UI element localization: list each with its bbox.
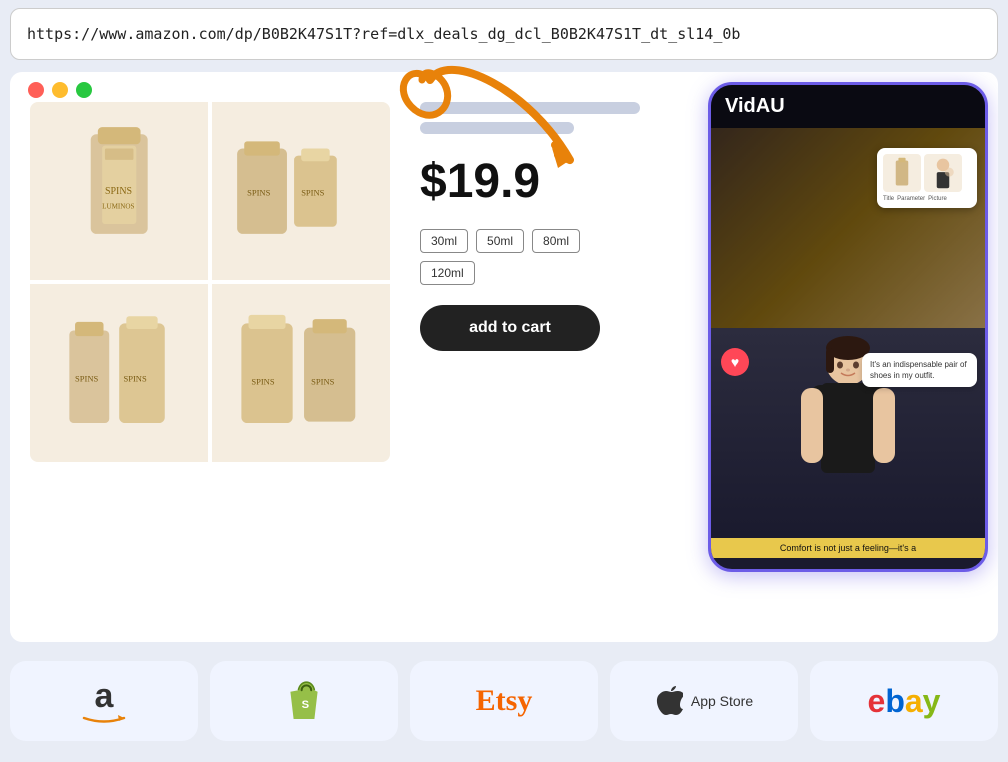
label-parameter: Parameter — [897, 196, 925, 202]
shopify-icon: S — [284, 679, 324, 723]
ebay-e: e — [868, 683, 886, 719]
like-button: ♥ — [721, 348, 749, 376]
ebay-b: b — [885, 683, 905, 719]
size-50ml[interactable]: 50ml — [476, 229, 524, 253]
amazon-a-letter: a — [95, 679, 114, 713]
product-price: $19.9 — [420, 154, 640, 209]
svg-text:SPINS: SPINS — [75, 374, 98, 384]
etsy-logo: Etsy — [476, 684, 533, 718]
label-title: Title — [883, 196, 894, 202]
title-line-1 — [420, 102, 640, 114]
maximize-dot[interactable] — [76, 82, 92, 98]
svg-text:SPINS: SPINS — [105, 186, 132, 197]
svg-text:SPINS: SPINS — [301, 187, 324, 197]
window-controls — [28, 82, 92, 98]
vidau-header: VidAU — [711, 85, 985, 128]
amazon-arrow-icon — [82, 713, 126, 723]
svg-text:LUMINOS: LUMINOS — [102, 202, 134, 210]
appstore-logo: App Store — [655, 685, 753, 717]
phone-background: Title Parameter Picture — [711, 128, 985, 328]
svg-text:S: S — [302, 699, 310, 711]
card-labels: Title Parameter Picture — [883, 196, 971, 202]
size-options: 30ml 50ml 80ml 120ml — [420, 229, 640, 285]
etsy-button[interactable]: Etsy — [410, 661, 598, 741]
product-image-2: SPINS SPINS — [212, 102, 390, 280]
label-picture: Picture — [928, 196, 947, 202]
product-image-4: SPINS SPINS — [212, 284, 390, 462]
apple-icon — [655, 685, 683, 717]
subtitle-text: Comfort is not just a feeling—it's a — [780, 543, 916, 553]
product-images: SPINS LUMINOS SPINS SPINS SPINS — [30, 102, 390, 462]
floating-product-card: Title Parameter Picture — [877, 148, 977, 208]
svg-text:SPINS: SPINS — [311, 376, 334, 386]
phone-person-area: ♥ — [711, 328, 985, 538]
url-text: https://www.amazon.com/dp/B0B2K47S1T?ref… — [27, 25, 740, 43]
url-bar[interactable]: https://www.amazon.com/dp/B0B2K47S1T?ref… — [10, 8, 998, 60]
size-120ml[interactable]: 120ml — [420, 261, 475, 285]
ebay-button[interactable]: ebay — [810, 661, 998, 741]
speech-text: It's an indispensable pair of shoes in m… — [870, 360, 967, 380]
appstore-label: App Store — [691, 693, 753, 709]
card-person-img — [924, 154, 962, 192]
main-content: SPINS LUMINOS SPINS SPINS SPINS — [10, 72, 998, 642]
vidau-phone-mockup: VidAU — [708, 82, 988, 572]
product-image-1: SPINS LUMINOS — [30, 102, 208, 280]
ebay-logo: ebay — [868, 683, 941, 720]
product-details: $19.9 30ml 50ml 80ml 120ml add to cart — [420, 102, 640, 351]
svg-text:SPINS: SPINS — [247, 187, 270, 197]
close-dot[interactable] — [28, 82, 44, 98]
subtitle-bar: Comfort is not just a feeling—it's a — [711, 538, 985, 558]
title-line-2 — [420, 122, 574, 134]
svg-text:SPINS: SPINS — [251, 376, 274, 386]
amazon-button[interactable]: a — [10, 661, 198, 741]
minimize-dot[interactable] — [52, 82, 68, 98]
appstore-button[interactable]: App Store — [610, 661, 798, 741]
amazon-logo: a — [82, 679, 126, 723]
speech-bubble: It's an indispensable pair of shoes in m… — [862, 353, 977, 387]
product-image-3: SPINS SPINS — [30, 284, 208, 462]
ebay-y: y — [923, 683, 941, 719]
shopify-button[interactable]: S — [210, 661, 398, 741]
add-to-cart-button[interactable]: add to cart — [420, 305, 600, 351]
ebay-a: a — [905, 683, 923, 719]
size-30ml[interactable]: 30ml — [420, 229, 468, 253]
floating-card-images — [883, 154, 971, 192]
card-product-img — [883, 154, 921, 192]
size-80ml[interactable]: 80ml — [532, 229, 580, 253]
svg-text:SPINS: SPINS — [123, 374, 146, 384]
vidau-logo: VidAU — [725, 95, 785, 118]
platform-buttons: a S Etsy App Store — [10, 656, 998, 746]
